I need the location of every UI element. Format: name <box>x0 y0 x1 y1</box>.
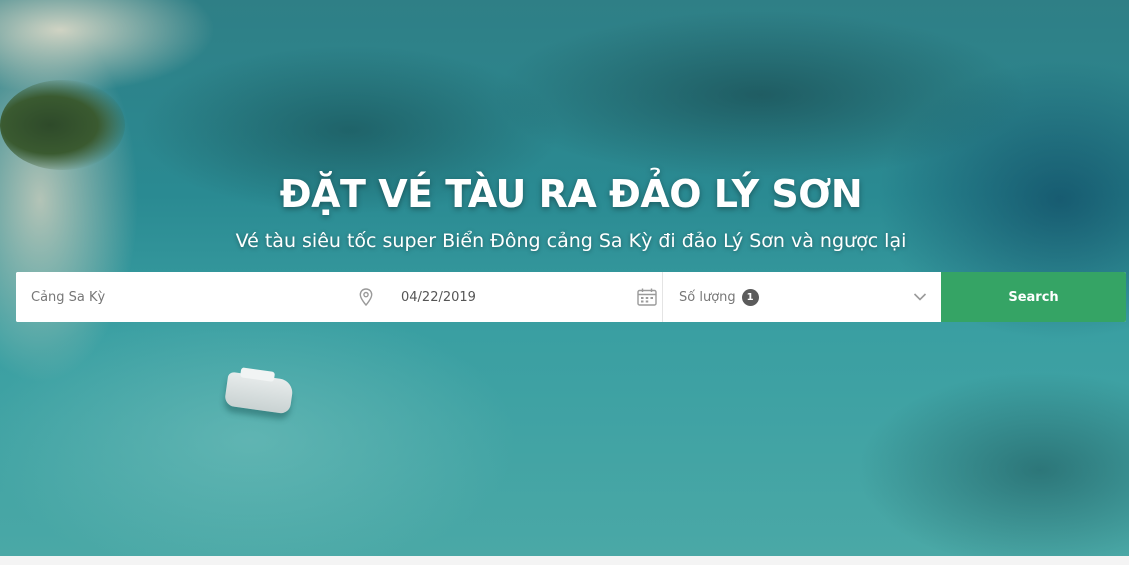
booking-search-bar: Cảng Sa Kỳ 04/22/2019 Số lượng 1 Search <box>16 272 1126 322</box>
departure-port-field[interactable]: Cảng Sa Kỳ <box>16 272 382 322</box>
chevron-down-icon <box>913 293 927 301</box>
quantity-label: Số lượng <box>679 289 736 305</box>
boat-image <box>223 371 295 415</box>
passenger-quantity-select[interactable]: Số lượng 1 <box>662 272 941 322</box>
hero-title: ĐẶT VÉ TÀU RA ĐẢO LÝ SƠN <box>279 172 863 216</box>
departure-date-field[interactable]: 04/22/2019 <box>382 272 662 322</box>
island-vegetation <box>0 80 125 170</box>
calendar-icon <box>637 288 657 306</box>
map-pin-icon <box>359 288 373 306</box>
departure-date-value: 04/22/2019 <box>401 289 476 305</box>
search-button[interactable]: Search <box>941 272 1126 322</box>
hero-subtitle: Vé tàu siêu tốc super Biển Đông cảng Sa … <box>235 230 907 252</box>
departure-port-value: Cảng Sa Kỳ <box>31 289 106 305</box>
quantity-count-badge: 1 <box>741 288 759 306</box>
hero-banner: ĐẶT VÉ TÀU RA ĐẢO LÝ SƠN Vé tàu siêu tốc… <box>0 0 1129 556</box>
